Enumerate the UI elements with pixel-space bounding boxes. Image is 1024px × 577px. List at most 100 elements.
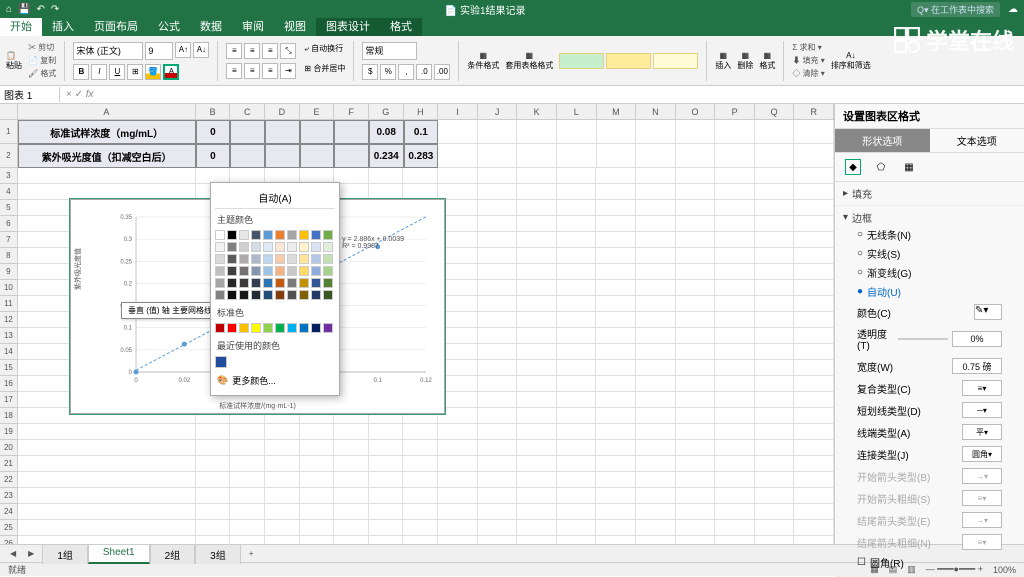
- cell[interactable]: [265, 472, 300, 488]
- row-header[interactable]: 22: [0, 472, 18, 488]
- cell[interactable]: [265, 536, 300, 544]
- cell[interactable]: [676, 520, 716, 536]
- text-options-tab[interactable]: 文本选项: [930, 129, 1024, 152]
- cell[interactable]: [676, 280, 716, 296]
- cell[interactable]: [18, 536, 196, 544]
- cell[interactable]: [794, 312, 834, 328]
- color-swatch[interactable]: [323, 230, 333, 240]
- color-swatch[interactable]: [215, 290, 225, 300]
- indent-button[interactable]: ⇥: [280, 63, 296, 79]
- cell[interactable]: [755, 536, 795, 544]
- cell[interactable]: [755, 120, 795, 144]
- cell[interactable]: [517, 520, 557, 536]
- cell[interactable]: [557, 264, 597, 280]
- column-header-B[interactable]: B: [196, 104, 231, 119]
- cell[interactable]: [636, 456, 676, 472]
- cell[interactable]: [596, 168, 636, 184]
- color-swatch[interactable]: [287, 230, 297, 240]
- cell[interactable]: [517, 392, 557, 408]
- transparency-input[interactable]: [952, 331, 1002, 347]
- row-header[interactable]: 20: [0, 440, 18, 456]
- cell[interactable]: [676, 536, 716, 544]
- cell[interactable]: [300, 488, 335, 504]
- cell[interactable]: [715, 456, 755, 472]
- delete-cells-button[interactable]: ▦删除: [737, 51, 753, 71]
- color-swatch[interactable]: [311, 254, 321, 264]
- cell[interactable]: [755, 232, 795, 248]
- cell[interactable]: [265, 520, 300, 536]
- tab-formulas[interactable]: 公式: [148, 18, 190, 36]
- align-left-button[interactable]: ≡: [226, 63, 242, 79]
- cell[interactable]: [755, 520, 795, 536]
- color-swatch[interactable]: [323, 242, 333, 252]
- cell[interactable]: [755, 440, 795, 456]
- cell[interactable]: [715, 296, 755, 312]
- column-header-N[interactable]: N: [636, 104, 676, 119]
- cell[interactable]: [18, 472, 196, 488]
- tab-data[interactable]: 数据: [190, 18, 232, 36]
- color-swatch[interactable]: [239, 290, 249, 300]
- undo-icon[interactable]: ↶: [37, 4, 45, 15]
- cell[interactable]: [557, 488, 597, 504]
- dash-type-dropdown[interactable]: ─▾: [962, 402, 1002, 418]
- cell[interactable]: [18, 520, 196, 536]
- wrap-text-button[interactable]: ⤶ 自动换行: [304, 43, 343, 59]
- tab-page-layout[interactable]: 页面布局: [84, 18, 148, 36]
- color-swatch[interactable]: [275, 230, 285, 240]
- row-header[interactable]: 5: [0, 200, 18, 216]
- cell[interactable]: [715, 264, 755, 280]
- cell[interactable]: [334, 520, 369, 536]
- cell[interactable]: [676, 456, 716, 472]
- cell[interactable]: [517, 504, 557, 520]
- cell[interactable]: [517, 424, 557, 440]
- cell[interactable]: 0.234: [369, 144, 404, 168]
- more-colors-button[interactable]: 🎨更多颜色...: [215, 370, 335, 391]
- effects-icon[interactable]: ⬠: [873, 159, 889, 175]
- cell[interactable]: [557, 424, 597, 440]
- color-swatch[interactable]: [227, 242, 237, 252]
- format-painter-button[interactable]: 🖌 格式: [28, 68, 56, 79]
- cell[interactable]: [676, 392, 716, 408]
- cell[interactable]: [265, 440, 300, 456]
- cell[interactable]: [403, 456, 438, 472]
- cell[interactable]: [596, 424, 636, 440]
- cell[interactable]: [196, 424, 231, 440]
- color-swatch[interactable]: [239, 323, 249, 333]
- cell[interactable]: [676, 344, 716, 360]
- cell[interactable]: [794, 392, 834, 408]
- cell[interactable]: [794, 488, 834, 504]
- cell[interactable]: [557, 168, 597, 184]
- cell[interactable]: 标准试样浓度（mg/mL）: [18, 120, 196, 144]
- column-header-J[interactable]: J: [478, 104, 518, 119]
- increase-decimal-button[interactable]: .0: [416, 64, 432, 80]
- color-swatch[interactable]: [311, 230, 321, 240]
- cell[interactable]: [794, 344, 834, 360]
- cell[interactable]: [334, 488, 369, 504]
- cell[interactable]: [557, 440, 597, 456]
- column-header-F[interactable]: F: [334, 104, 369, 119]
- cell[interactable]: [715, 504, 755, 520]
- cell[interactable]: [478, 504, 518, 520]
- color-swatch[interactable]: [227, 266, 237, 276]
- font-color-button[interactable]: A: [163, 64, 179, 80]
- color-swatch[interactable]: [311, 266, 321, 276]
- cell[interactable]: [517, 440, 557, 456]
- color-swatch[interactable]: [215, 323, 225, 333]
- color-swatch[interactable]: [275, 242, 285, 252]
- cell[interactable]: [676, 424, 716, 440]
- cond-format-button[interactable]: ▦条件格式: [467, 51, 499, 71]
- cell[interactable]: 0: [196, 144, 231, 168]
- fill-line-icon[interactable]: ◆: [845, 159, 861, 175]
- cell[interactable]: [334, 536, 369, 544]
- sheet-tab[interactable]: 2组: [150, 544, 196, 564]
- width-input[interactable]: [952, 358, 1002, 374]
- cell[interactable]: [300, 440, 335, 456]
- column-header-R[interactable]: R: [794, 104, 834, 119]
- cell[interactable]: [636, 360, 676, 376]
- home-icon[interactable]: ⌂: [6, 4, 12, 15]
- cell[interactable]: [636, 376, 676, 392]
- cell[interactable]: [636, 216, 676, 232]
- cell[interactable]: [517, 360, 557, 376]
- row-header[interactable]: 24: [0, 504, 18, 520]
- cell[interactable]: [478, 248, 518, 264]
